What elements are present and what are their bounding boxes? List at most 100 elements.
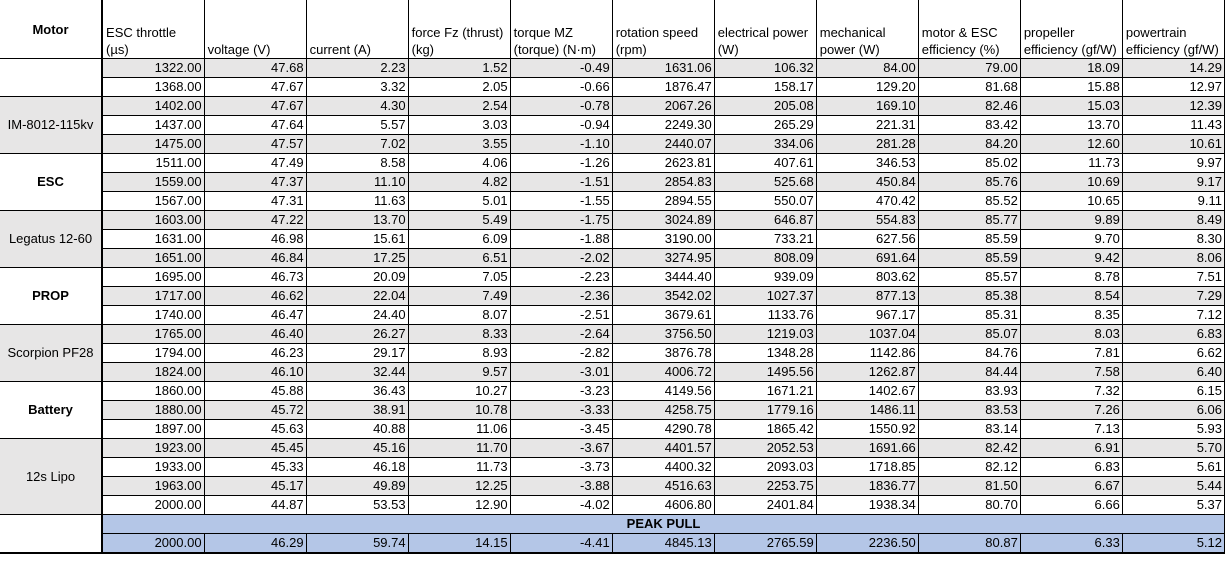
cell-propeller-efficiency: 7.26 <box>1019 400 1123 420</box>
cell-current: 22.04 <box>305 286 409 306</box>
group-label: Battery <box>0 381 103 439</box>
cell-electrical-power: 1348.28 <box>713 343 817 363</box>
cell-rotation-speed: 3274.95 <box>611 248 715 268</box>
cell-rotation-speed: 4606.80 <box>611 495 715 515</box>
cell-powertrain-efficiency: 9.17 <box>1121 172 1225 192</box>
cell-electrical-power: 550.07 <box>713 191 817 211</box>
cell-electrical-power: 265.29 <box>713 115 817 135</box>
column-header-torque-mz: torque MZ (torque) (N·m) <box>509 0 613 59</box>
cell-current: 29.17 <box>305 343 409 363</box>
cell-propeller-efficiency: 12.60 <box>1019 134 1123 154</box>
cell-mechanical-power: 554.83 <box>815 210 919 230</box>
peak-cell-powertrain-efficiency: 5.12 <box>1121 533 1225 554</box>
cell-torque-mz: -0.66 <box>509 77 613 97</box>
cell-powertrain-efficiency: 5.44 <box>1121 476 1225 496</box>
group-label-empty <box>0 514 103 554</box>
cell-rotation-speed: 4401.57 <box>611 438 715 458</box>
cell-propeller-efficiency: 6.91 <box>1019 438 1123 458</box>
cell-torque-mz: -0.94 <box>509 115 613 135</box>
test-results-table: Motor ESC throttle (µs) voltage (V) current… <box>0 0 1225 554</box>
column-header-motor-esc-efficiency: motor & ESC efficiency (%) <box>917 0 1021 59</box>
cell-torque-mz: -1.75 <box>509 210 613 230</box>
table-header: Motor ESC throttle (µs) voltage (V) current… <box>0 0 1225 59</box>
cell-powertrain-efficiency: 5.61 <box>1121 457 1225 477</box>
cell-current: 7.02 <box>305 134 409 154</box>
cell-powertrain-efficiency: 10.61 <box>1121 134 1225 154</box>
cell-powertrain-efficiency: 6.40 <box>1121 362 1225 382</box>
cell-force-fz: 3.03 <box>407 115 511 135</box>
table-body: 1322.00 47.68 2.23 1.52 -0.49 1631.06 106.32 84… <box>0 58 1225 554</box>
cell-esc-throttle: 1603.00 <box>101 210 205 230</box>
cell-current: 38.91 <box>305 400 409 420</box>
peak-pull-row: 2000.00 46.29 59.74 14.15 -4.41 4845.13 2765.5… <box>0 533 1225 554</box>
cell-force-fz: 12.90 <box>407 495 511 515</box>
cell-force-fz: 6.51 <box>407 248 511 268</box>
cell-force-fz: 9.57 <box>407 362 511 382</box>
cell-esc-throttle: 1511.00 <box>101 153 205 173</box>
cell-force-fz: 1.52 <box>407 58 511 78</box>
cell-powertrain-efficiency: 9.97 <box>1121 153 1225 173</box>
cell-current: 2.23 <box>305 58 409 78</box>
peak-cell-propeller-efficiency: 6.33 <box>1019 533 1123 554</box>
peak-cell-electrical-power: 2765.59 <box>713 533 817 554</box>
cell-motor-esc-efficiency: 83.14 <box>917 419 1021 439</box>
column-header-rotation-speed: rotation speed (rpm) <box>611 0 715 59</box>
cell-rotation-speed: 2854.83 <box>611 172 715 192</box>
table-row: 1740.00 46.47 24.40 8.07 -2.51 3679.61 1133.76… <box>0 305 1225 325</box>
cell-torque-mz: -3.88 <box>509 476 613 496</box>
table-row: 1437.00 47.64 5.57 3.03 -0.94 2249.30 265.29 22… <box>0 115 1225 135</box>
cell-electrical-power: 646.87 <box>713 210 817 230</box>
cell-voltage: 45.45 <box>203 438 307 458</box>
cell-torque-mz: -3.67 <box>509 438 613 458</box>
table-row: 1880.00 45.72 38.91 10.78 -3.33 4258.75 1779.1… <box>0 400 1225 420</box>
table-row: 2000.00 44.87 53.53 12.90 -4.02 4606.80 2401.8… <box>0 495 1225 515</box>
cell-motor-esc-efficiency: 84.20 <box>917 134 1021 154</box>
cell-motor-esc-efficiency: 83.93 <box>917 381 1021 401</box>
column-header-propeller-efficiency: propeller efficiency (gf/W) <box>1019 0 1123 59</box>
cell-current: 24.40 <box>305 305 409 325</box>
cell-electrical-power: 106.32 <box>713 58 817 78</box>
group-label: IM-8012-115kv <box>0 96 103 154</box>
cell-electrical-power: 2253.75 <box>713 476 817 496</box>
cell-current: 15.61 <box>305 229 409 249</box>
cell-torque-mz: -0.78 <box>509 96 613 116</box>
peak-cell-mechanical-power: 2236.50 <box>815 533 919 554</box>
cell-mechanical-power: 450.84 <box>815 172 919 192</box>
cell-electrical-power: 407.61 <box>713 153 817 173</box>
group-label: PROP <box>0 267 103 325</box>
cell-motor-esc-efficiency: 85.76 <box>917 172 1021 192</box>
cell-force-fz: 10.27 <box>407 381 511 401</box>
cell-voltage: 47.57 <box>203 134 307 154</box>
cell-torque-mz: -1.26 <box>509 153 613 173</box>
cell-rotation-speed: 3876.78 <box>611 343 715 363</box>
cell-powertrain-efficiency: 6.15 <box>1121 381 1225 401</box>
cell-rotation-speed: 2623.81 <box>611 153 715 173</box>
cell-propeller-efficiency: 11.73 <box>1019 153 1123 173</box>
cell-motor-esc-efficiency: 85.02 <box>917 153 1021 173</box>
cell-mechanical-power: 1691.66 <box>815 438 919 458</box>
cell-torque-mz: -3.33 <box>509 400 613 420</box>
cell-mechanical-power: 1718.85 <box>815 457 919 477</box>
cell-voltage: 45.88 <box>203 381 307 401</box>
cell-propeller-efficiency: 9.70 <box>1019 229 1123 249</box>
cell-rotation-speed: 4149.56 <box>611 381 715 401</box>
cell-current: 53.53 <box>305 495 409 515</box>
cell-esc-throttle: 1897.00 <box>101 419 205 439</box>
cell-rotation-speed: 4006.72 <box>611 362 715 382</box>
cell-voltage: 47.49 <box>203 153 307 173</box>
table-row: 1651.00 46.84 17.25 6.51 -2.02 3274.95 808.09 6… <box>0 248 1225 268</box>
cell-electrical-power: 158.17 <box>713 77 817 97</box>
cell-powertrain-efficiency: 5.37 <box>1121 495 1225 515</box>
cell-propeller-efficiency: 18.09 <box>1019 58 1123 78</box>
cell-force-fz: 6.09 <box>407 229 511 249</box>
peak-pull-title-row: PEAK PULL <box>0 514 1225 554</box>
cell-torque-mz: -3.45 <box>509 419 613 439</box>
cell-mechanical-power: 1262.87 <box>815 362 919 382</box>
cell-rotation-speed: 3024.89 <box>611 210 715 230</box>
cell-force-fz: 12.25 <box>407 476 511 496</box>
cell-electrical-power: 1671.21 <box>713 381 817 401</box>
cell-esc-throttle: 1322.00 <box>101 58 205 78</box>
group-label-empty <box>0 58 103 97</box>
cell-current: 32.44 <box>305 362 409 382</box>
cell-current: 3.32 <box>305 77 409 97</box>
